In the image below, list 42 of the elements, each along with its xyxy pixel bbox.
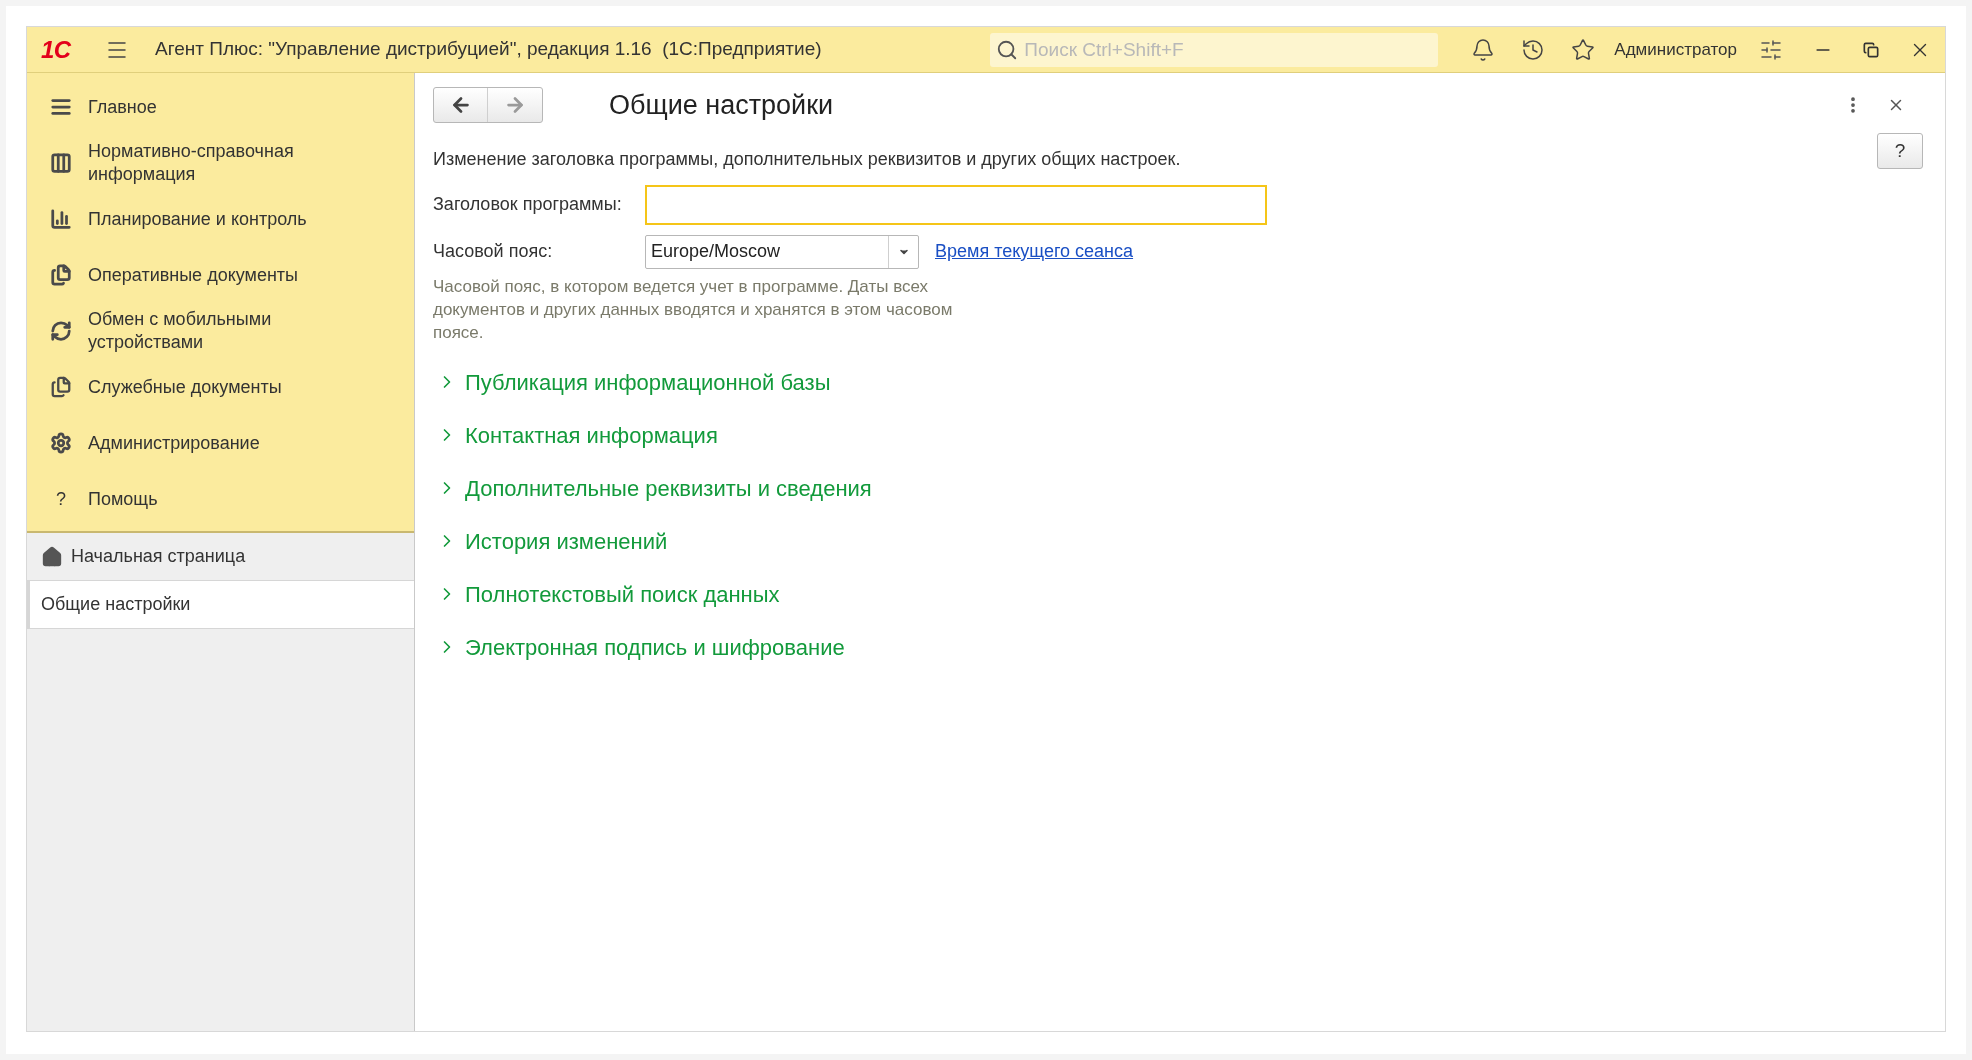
collapsible-group[interactable]: Полнотекстовый поиск данных — [433, 567, 1923, 621]
bar-chart-icon — [50, 208, 72, 230]
open-window-tab[interactable]: Общие настройки — [27, 581, 414, 629]
refresh-icon — [50, 320, 72, 342]
question-mark-icon: ? — [50, 485, 72, 513]
section-item[interactable]: Обмен с мобильными устройствами — [27, 303, 414, 359]
section-item[interactable]: Главное — [27, 79, 414, 135]
collapsible-group[interactable]: Контактная информация — [433, 408, 1923, 462]
form-description: Изменение заголовка программы, дополнительных реквизитов и других общих настроек. — [433, 147, 1181, 171]
search-icon — [996, 38, 1019, 61]
field-label: Часовой пояс: — [433, 240, 554, 263]
session-time-link[interactable]: Время текущего сеанса — [935, 238, 1134, 265]
documents-icon — [50, 264, 72, 286]
app-logo: 1С — [41, 34, 72, 65]
input-field[interactable] — [645, 184, 1267, 225]
collapsible-group[interactable]: Публикация информационной базы — [433, 355, 1923, 409]
columns-icon — [50, 152, 72, 174]
filter-icon[interactable] — [1759, 37, 1783, 62]
section-item[interactable]: Администрирование — [27, 415, 414, 471]
user-name[interactable]: Администратор — [1614, 36, 1737, 63]
collapsible-group[interactable]: История изменений — [433, 514, 1923, 568]
field-label: Заголовок программы: — [433, 193, 623, 216]
list-icon — [50, 96, 72, 118]
section-item[interactable]: Планирование и контроль — [27, 191, 414, 247]
search-field[interactable]: Поиск Ctrl+Shift+F — [990, 32, 1439, 67]
field-hint: Часовой пояс, в котором ведется учет в программе. Даты всех документов и других данных вводятся и хранятся в этом часовом поясе. — [433, 275, 954, 344]
form-title: Общие настройки — [609, 89, 834, 122]
section-item[interactable]: Служебные документы — [27, 359, 414, 415]
help-button[interactable]: ? — [1877, 133, 1923, 169]
bell-icon[interactable] — [1471, 37, 1496, 62]
section-item[interactable]: Оперативные документы — [27, 247, 414, 303]
collapsible-group[interactable]: Дополнительные реквизиты и сведения — [433, 461, 1923, 515]
restore-icon[interactable] — [1863, 41, 1879, 58]
star-icon[interactable] — [1571, 37, 1596, 62]
settings-icon — [50, 432, 72, 454]
history-icon[interactable] — [1521, 37, 1546, 62]
section-item[interactable]: ? Помощь — [27, 471, 414, 527]
documents-icon — [50, 376, 72, 398]
window-title: Агент Плюс: "Управление дистрибуцией", редакция 1.16 (1С:Предприятие) — [155, 37, 822, 62]
section-item[interactable]: Нормативно-справочная информация — [27, 135, 414, 191]
dropdown-field[interactable]: Europe/Moscow — [645, 234, 919, 269]
collapsible-group[interactable]: Электронная подпись и шифрование — [433, 620, 1923, 674]
